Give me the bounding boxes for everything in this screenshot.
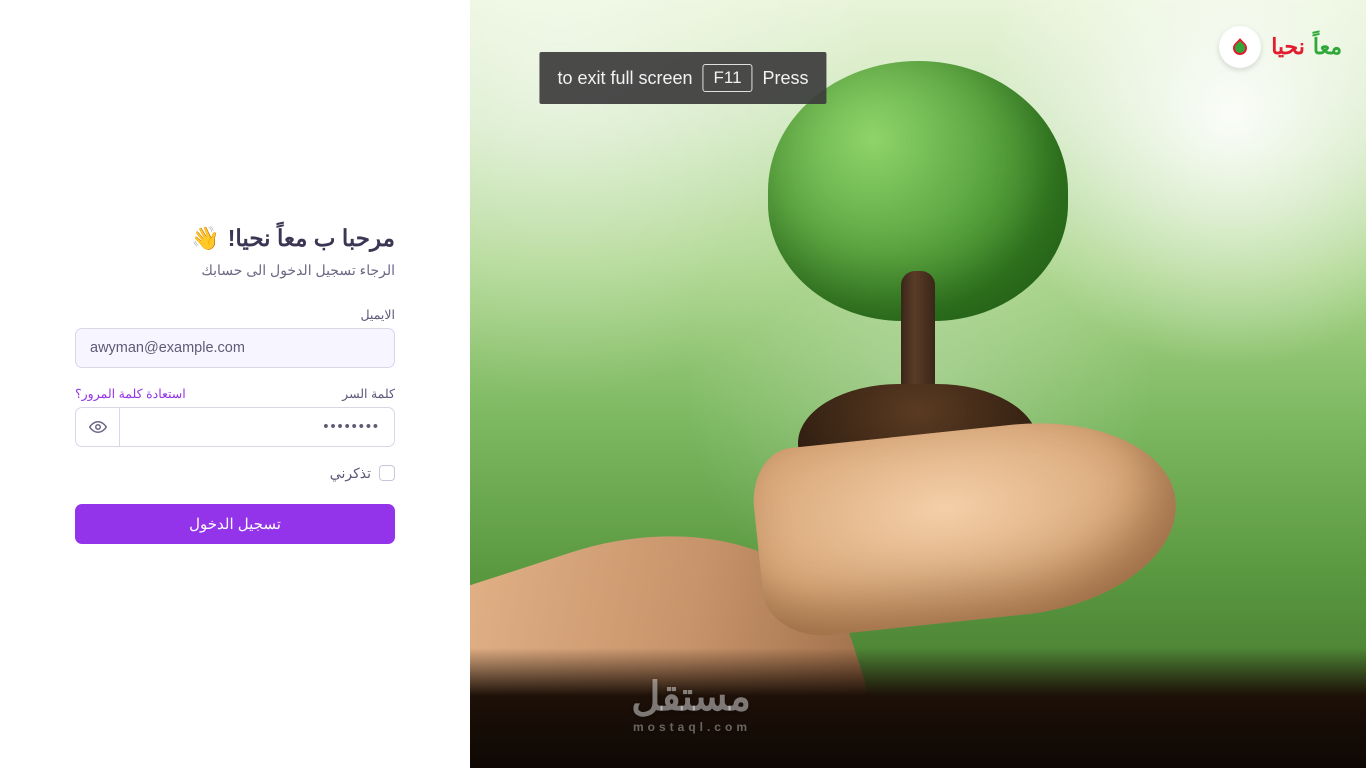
- login-form: مرحبا ب معاً نحيا! 👋 الرجاء تسجيل الدخول…: [75, 225, 395, 544]
- brand-word-1: معاً: [1313, 34, 1342, 60]
- toggle-password-button[interactable]: [75, 407, 119, 447]
- forgot-password-link[interactable]: استعادة كلمة المرور؟: [75, 386, 186, 401]
- tree-graphic: [738, 61, 1098, 421]
- brand-word-2: نحيا: [1271, 34, 1305, 60]
- watermark: مستقل mostaql.com: [631, 674, 751, 734]
- remember-checkbox[interactable]: [379, 465, 395, 481]
- fullscreen-hint-key: F11: [703, 64, 753, 92]
- email-field[interactable]: [75, 328, 395, 368]
- fullscreen-hint-before: Press: [763, 68, 809, 89]
- wave-icon: 👋: [191, 225, 220, 252]
- submit-button[interactable]: تسجيل الدخول: [75, 504, 395, 544]
- ground-graphic: [470, 648, 1366, 768]
- brand-logo: معاً نحيا: [1219, 26, 1342, 68]
- fullscreen-hint-after: to exit full screen: [557, 68, 692, 89]
- page-title: مرحبا ب معاً نحيا! 👋: [75, 225, 395, 252]
- fullscreen-hint-overlay: Press F11 to exit full screen: [539, 52, 826, 104]
- brand-badge-icon: [1219, 26, 1261, 68]
- password-field[interactable]: [119, 407, 395, 447]
- password-label: كلمة السر: [342, 386, 395, 401]
- login-form-panel: مرحبا ب معاً نحيا! 👋 الرجاء تسجيل الدخول…: [0, 0, 470, 768]
- email-label: الايميل: [360, 307, 395, 322]
- page-layout: معاً نحيا مستقل mostaql.com مرحبا ب معاً…: [0, 0, 1366, 768]
- page-subtitle: الرجاء تسجيل الدخول الى حسابك: [75, 262, 395, 279]
- remember-label[interactable]: تذكرني: [330, 465, 371, 482]
- eye-icon: [89, 418, 107, 436]
- hero-image-panel: معاً نحيا مستقل mostaql.com: [470, 0, 1366, 768]
